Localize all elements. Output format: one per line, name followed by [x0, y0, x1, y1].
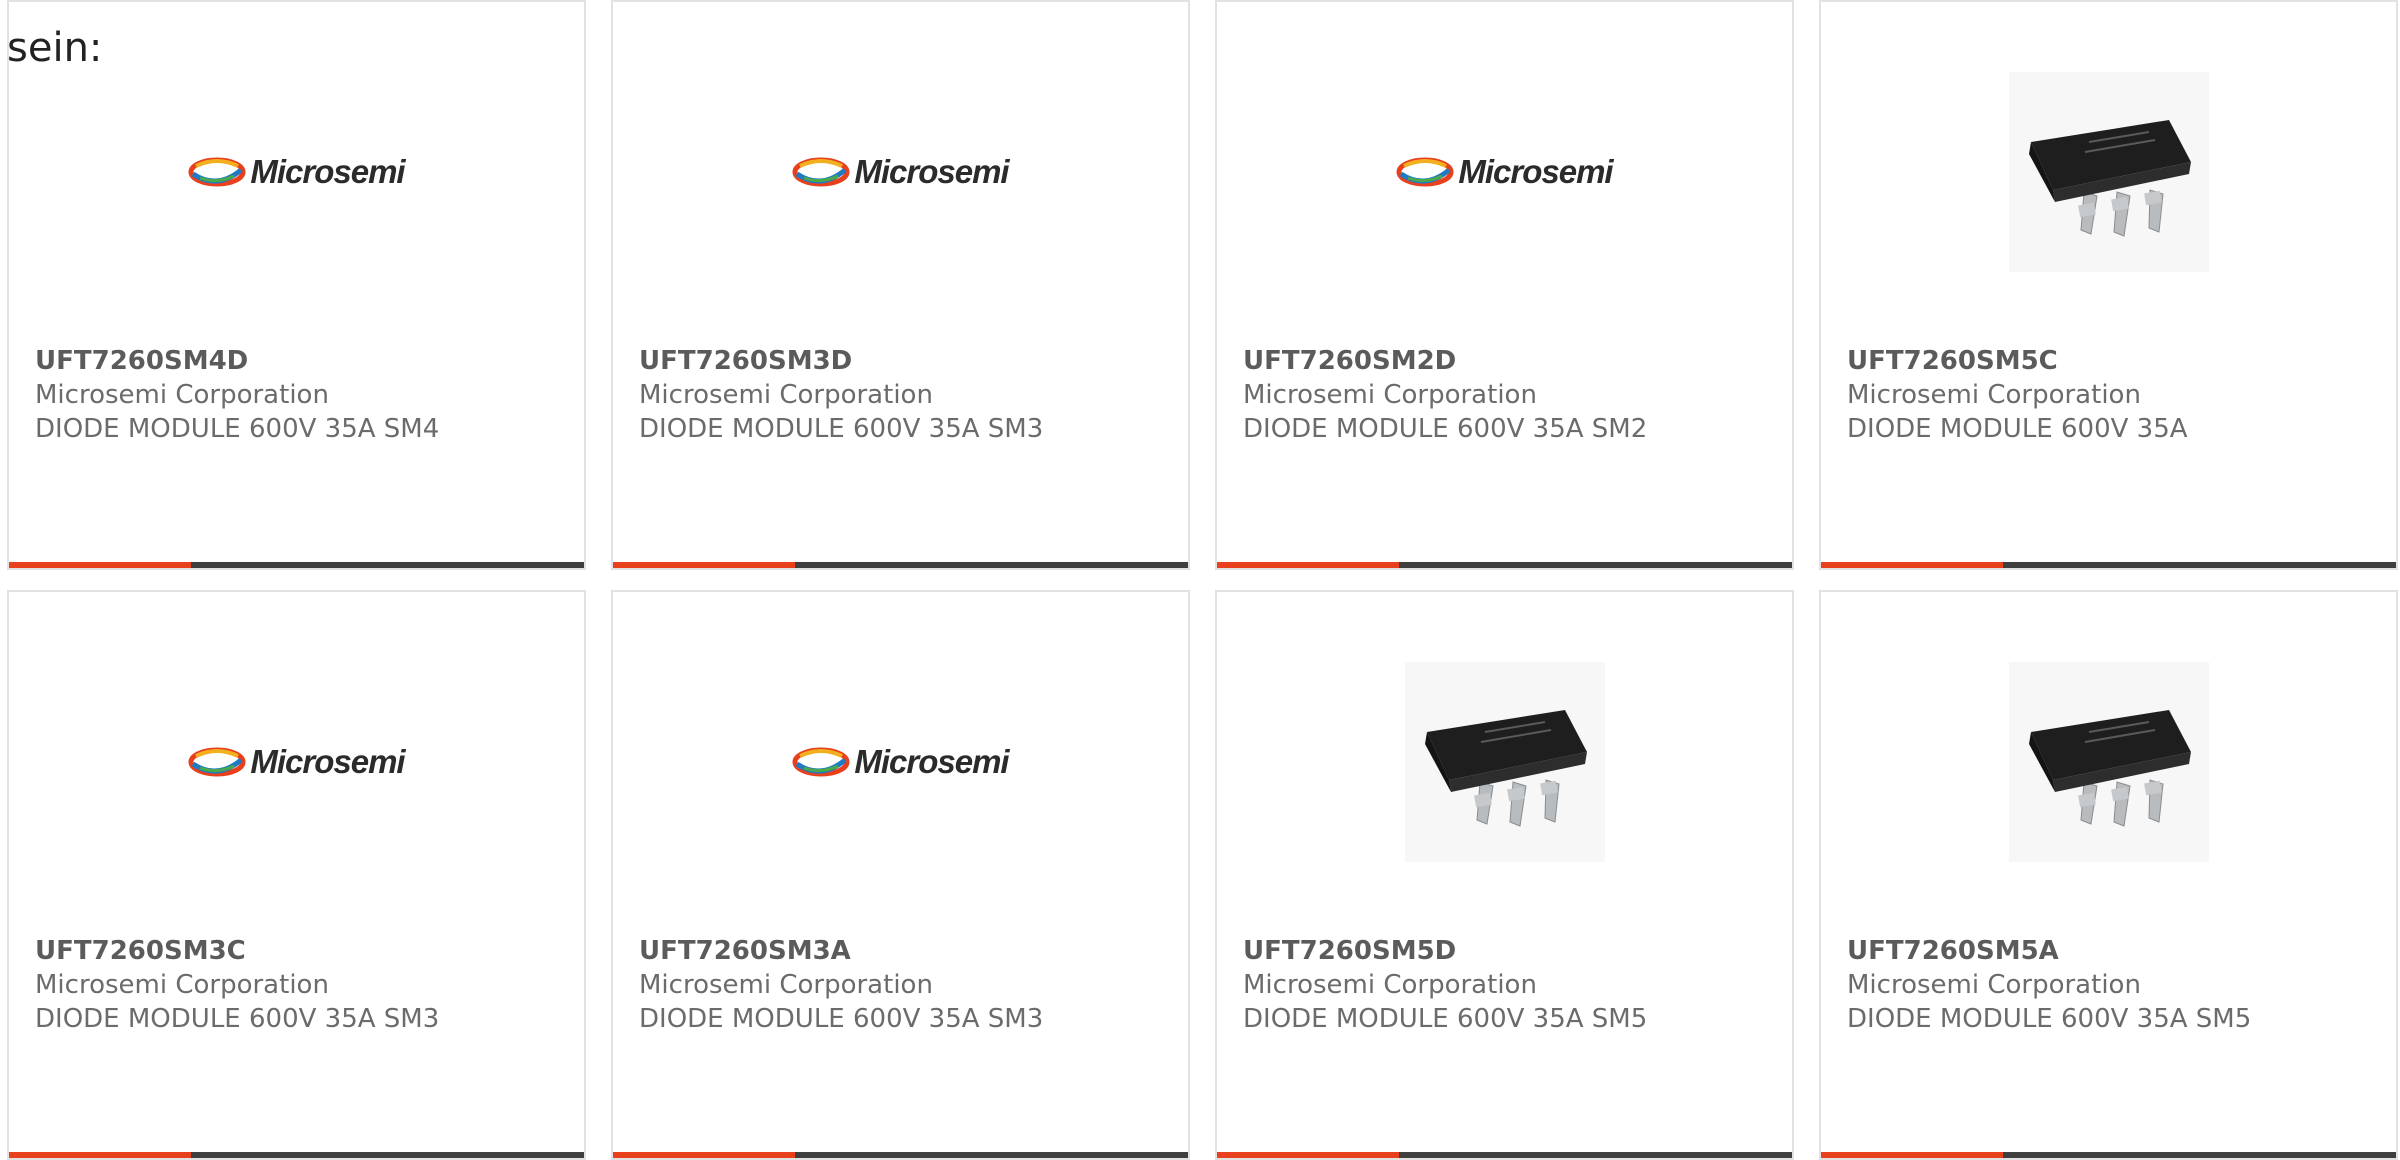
product-card[interactable]: Microsemi UFT7260SM3A Microsemi Corporat… — [611, 590, 1190, 1160]
card-accent — [1821, 1152, 2003, 1158]
manufacturer: Microsemi Corporation — [639, 380, 933, 410]
microsemi-logo: Microsemi — [792, 153, 1010, 191]
product-card[interactable]: Microsemi UFT7260SM3C Microsemi Corporat… — [7, 590, 586, 1160]
description: DIODE MODULE 600V 35A SM5 — [1243, 1004, 1648, 1034]
logo-wordmark: Microsemi — [854, 153, 1009, 190]
card-accent — [1217, 562, 1399, 568]
part-number[interactable]: UFT7260SM2D — [1243, 346, 1456, 376]
part-number[interactable]: UFT7260SM5A — [1847, 936, 2059, 966]
card-accent — [9, 1152, 191, 1158]
card-bottom-bar — [1821, 1152, 2396, 1158]
microsemi-swirl-icon — [792, 157, 850, 187]
card-accent — [613, 1152, 795, 1158]
card-accent — [9, 562, 191, 568]
description: DIODE MODULE 600V 35A SM3 — [639, 414, 1044, 444]
logo-wordmark: Microsemi — [250, 153, 405, 190]
logo-wordmark: Microsemi — [854, 743, 1009, 780]
manufacturer: Microsemi Corporation — [35, 380, 329, 410]
microsemi-logo: Microsemi — [188, 743, 406, 781]
microsemi-swirl-icon — [188, 157, 246, 187]
microsemi-logo: Microsemi — [792, 743, 1010, 781]
card-accent — [1217, 1152, 1399, 1158]
diode-module-photo-icon — [2008, 72, 2209, 272]
description: DIODE MODULE 600V 35A SM4 — [35, 414, 440, 444]
part-number[interactable]: UFT7260SM4D — [35, 346, 248, 376]
logo-wordmark: Microsemi — [250, 743, 405, 780]
product-image[interactable]: Microsemi — [9, 662, 584, 862]
lead-text: sein: — [7, 25, 103, 71]
manufacturer: Microsemi Corporation — [1847, 970, 2141, 1000]
microsemi-swirl-icon — [188, 747, 246, 777]
product-image[interactable]: Microsemi — [1217, 72, 1792, 272]
part-number[interactable]: UFT7260SM5D — [1243, 936, 1456, 966]
product-card[interactable]: Microsemi UFT7260SM4D Microsemi Corporat… — [7, 0, 586, 570]
microsemi-logo: Microsemi — [188, 153, 406, 191]
product-card[interactable]: UFT7260SM5D Microsemi Corporation DIODE … — [1215, 590, 1794, 1160]
product-image[interactable] — [1217, 662, 1792, 862]
part-number[interactable]: UFT7260SM5C — [1847, 346, 2058, 376]
product-card[interactable]: UFT7260SM5A Microsemi Corporation DIODE … — [1819, 590, 2398, 1160]
diode-module-photo-icon — [2008, 662, 2209, 862]
manufacturer: Microsemi Corporation — [1243, 380, 1537, 410]
product-card[interactable]: UFT7260SM5C Microsemi Corporation DIODE … — [1819, 0, 2398, 570]
description: DIODE MODULE 600V 35A SM3 — [639, 1004, 1044, 1034]
product-image[interactable] — [1821, 72, 2396, 272]
product-image[interactable]: Microsemi — [613, 662, 1188, 862]
microsemi-logo: Microsemi — [1396, 153, 1614, 191]
card-accent — [1821, 562, 2003, 568]
card-bottom-bar — [9, 562, 584, 568]
product-image[interactable] — [1821, 662, 2396, 862]
part-number[interactable]: UFT7260SM3A — [639, 936, 851, 966]
manufacturer: Microsemi Corporation — [1243, 970, 1537, 1000]
card-bottom-bar — [1821, 562, 2396, 568]
microsemi-swirl-icon — [792, 747, 850, 777]
diode-module-photo-icon — [1404, 662, 1605, 862]
logo-wordmark: Microsemi — [1458, 153, 1613, 190]
card-bottom-bar — [613, 562, 1188, 568]
manufacturer: Microsemi Corporation — [1847, 380, 2141, 410]
manufacturer: Microsemi Corporation — [35, 970, 329, 1000]
part-number[interactable]: UFT7260SM3D — [639, 346, 852, 376]
product-image[interactable]: Microsemi — [613, 72, 1188, 272]
card-bottom-bar — [1217, 562, 1792, 568]
description: DIODE MODULE 600V 35A — [1847, 414, 2188, 444]
card-bottom-bar — [1217, 1152, 1792, 1158]
product-image[interactable]: Microsemi — [9, 72, 584, 272]
description: DIODE MODULE 600V 35A SM3 — [35, 1004, 440, 1034]
card-bottom-bar — [9, 1152, 584, 1158]
product-card[interactable]: Microsemi UFT7260SM3D Microsemi Corporat… — [611, 0, 1190, 570]
product-card[interactable]: Microsemi UFT7260SM2D Microsemi Corporat… — [1215, 0, 1794, 570]
description: DIODE MODULE 600V 35A SM5 — [1847, 1004, 2252, 1034]
part-number[interactable]: UFT7260SM3C — [35, 936, 246, 966]
microsemi-swirl-icon — [1396, 157, 1454, 187]
manufacturer: Microsemi Corporation — [639, 970, 933, 1000]
card-bottom-bar — [613, 1152, 1188, 1158]
card-accent — [613, 562, 795, 568]
description: DIODE MODULE 600V 35A SM2 — [1243, 414, 1648, 444]
